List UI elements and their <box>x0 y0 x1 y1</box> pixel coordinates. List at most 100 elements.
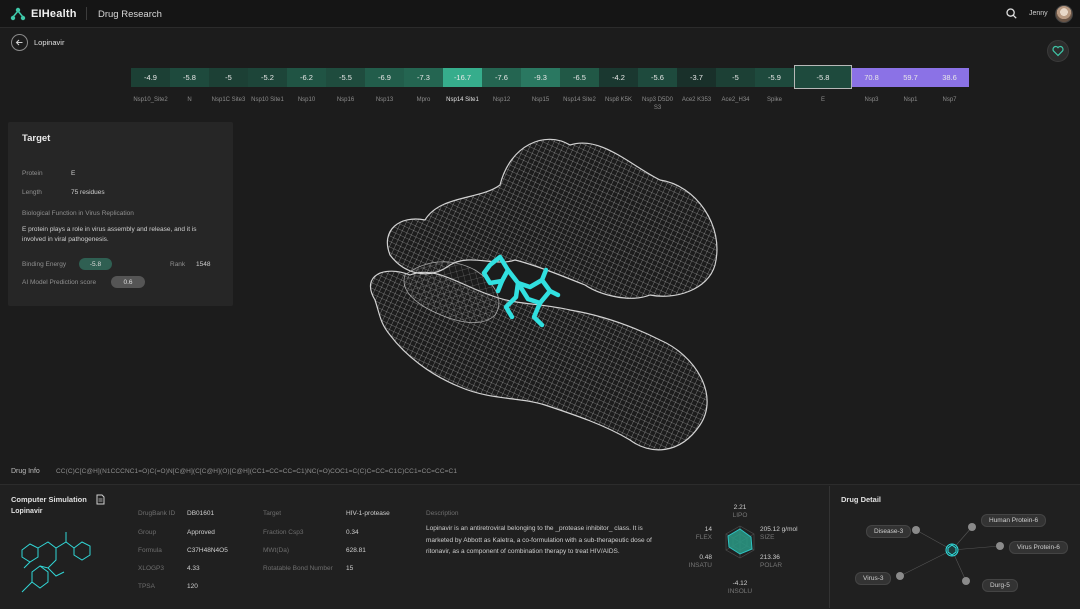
protein-score-cell[interactable]: -5.5 <box>326 68 365 87</box>
protein-score-cell[interactable]: -5.8 <box>794 65 852 89</box>
protein-label[interactable]: Nsp3 D5D0 S3 <box>638 96 677 112</box>
arrow-left-icon <box>15 39 23 46</box>
protein-label[interactable]: Nsp15 <box>521 96 560 112</box>
protein-3d-viewer[interactable] <box>330 125 730 460</box>
protein-score-cell[interactable]: -5.6 <box>638 68 677 87</box>
protein-score-cell[interactable]: 38.6 <box>930 68 969 87</box>
protein-score-cell[interactable]: -7.6 <box>482 68 521 87</box>
protein-label[interactable]: Nsp12 <box>482 96 521 112</box>
protein-label[interactable]: Nsp14 Site2 <box>560 96 599 112</box>
protein-label[interactable]: Nsp7 <box>930 96 969 112</box>
node-label-virus-protein[interactable]: Virus Protein-6 <box>1009 541 1068 554</box>
node-label-human-protein[interactable]: Human Protein-6 <box>981 514 1047 527</box>
radar-insatu: 0.48 INSATU <box>688 554 712 569</box>
prop-label: Group <box>138 529 157 536</box>
app-logo[interactable]: EIHealth <box>10 6 77 22</box>
length-value: 75 residues <box>71 189 105 196</box>
binding-energy-value: -5.8 <box>79 258 112 270</box>
protein-score-cell[interactable]: -3.7 <box>677 68 716 87</box>
function-text: E protein plays a role in virus assembly… <box>22 226 197 243</box>
protein-label[interactable]: Nsp16 <box>326 96 365 112</box>
node-label-drug[interactable]: Durg-5 <box>982 579 1018 592</box>
prop-value: 0.34 <box>346 529 359 536</box>
drug-detail-title: Drug Detail <box>841 495 882 504</box>
drug-title: Lopinavir <box>34 38 65 47</box>
graph-node[interactable] <box>962 577 970 585</box>
user-name[interactable]: Jenny <box>1029 10 1048 17</box>
protein-label[interactable]: N <box>170 96 209 112</box>
protein-label[interactable]: Mpro <box>404 96 443 112</box>
search-icon[interactable] <box>1006 8 1017 21</box>
rank-value: 1548 <box>196 261 211 268</box>
ai-score-label: AI Model Prediction score <box>22 279 97 286</box>
protein-label[interactable]: Nsp10_Site2 <box>131 96 170 112</box>
node-label-virus[interactable]: Virus-3 <box>855 572 892 585</box>
protein-score-cell[interactable]: -5.9 <box>755 68 794 87</box>
simulation-title: Computer Simulation <box>11 495 87 504</box>
ai-score-value: 0.6 <box>111 276 145 288</box>
graph-node[interactable] <box>968 523 976 531</box>
prop-value: 4.33 <box>187 565 200 572</box>
protein-label[interactable]: Nsp1 <box>891 96 930 112</box>
prop-label: XLOGP3 <box>138 565 165 572</box>
graph-node[interactable] <box>912 526 920 534</box>
protein-label[interactable]: Nsp10 Site1 <box>248 96 287 112</box>
node-label-disease[interactable]: Disease-3 <box>866 525 912 538</box>
protein-score-cell[interactable]: -4.9 <box>131 68 170 87</box>
protein-score-cell[interactable]: -5 <box>209 68 248 87</box>
prop-label: Formula <box>138 547 162 554</box>
top-bar <box>0 0 1080 28</box>
protein-score-cell[interactable]: -7.3 <box>404 68 443 87</box>
center-drug-node[interactable] <box>945 543 959 557</box>
protein-score-cell[interactable]: 70.8 <box>852 68 891 87</box>
protein-label[interactable]: Nsp10 <box>287 96 326 112</box>
description-text: Lopinavir is an antiretroviral belonging… <box>426 525 652 555</box>
header-divider <box>86 7 87 20</box>
prop-label: TPSA <box>138 583 155 590</box>
document-icon[interactable] <box>96 494 105 507</box>
prop-value: 628.81 <box>346 547 366 554</box>
protein-label[interactable]: Nsp13 <box>365 96 404 112</box>
prop-label: Target <box>263 510 282 517</box>
avatar[interactable] <box>1055 5 1073 23</box>
protein-label-row: Nsp10_Site2 N Nsp1C Site3 Nsp10 Site1 Nsp10 N… <box>131 96 969 112</box>
prop-value: 15 <box>346 565 354 572</box>
protein-score-cell[interactable]: -16.7 <box>443 68 482 87</box>
protein-score-cell[interactable]: -6.9 <box>365 68 404 87</box>
protein-score-cell[interactable]: -6.2 <box>287 68 326 87</box>
prop-label: MWt(Da) <box>263 547 289 554</box>
section-title[interactable]: Drug Research <box>98 9 162 20</box>
protein-label[interactable]: Nsp1C Site3 <box>209 96 248 112</box>
prop-value: DB01601 <box>187 510 215 517</box>
protein-label[interactable]: E <box>794 96 852 112</box>
protein-score-cell[interactable]: -9.3 <box>521 68 560 87</box>
protein-label[interactable]: Nsp14 Site1 <box>443 96 482 112</box>
favorite-button[interactable] <box>1047 40 1069 62</box>
protein-label[interactable]: Nsp8 K5K <box>599 96 638 112</box>
function-label: Biological Function in Virus Replication <box>22 210 134 217</box>
graph-node[interactable] <box>996 542 1004 550</box>
protein-label[interactable]: Nsp3 <box>852 96 891 112</box>
protein-score-cell[interactable]: 59.7 <box>891 68 930 87</box>
protein-score-cell[interactable]: -6.5 <box>560 68 599 87</box>
protein-label[interactable]: Ace2 K353 <box>677 96 716 112</box>
protein-label: Protein <box>22 170 43 177</box>
prop-label: Fraction Csp3 <box>263 529 304 536</box>
prop-value: 120 <box>187 583 198 590</box>
simulation-subtitle: Lopinavir <box>11 508 43 515</box>
radar-flex: 14 FLEX <box>695 526 712 541</box>
rank-label: Rank <box>170 261 186 268</box>
protein-label[interactable]: Ace2_H34 <box>716 96 755 112</box>
protein-score-strip: -4.9 -5.8 -5 -5.2 -6.2 -5.5 -6.9 -7.3 -16.7 -7.6-… <box>131 65 969 89</box>
back-button[interactable] <box>11 34 28 51</box>
structure-2d-icon <box>21 532 91 593</box>
protein-score-cell[interactable]: -4.2 <box>599 68 638 87</box>
radar-lipo: 2.21 LIPO <box>732 504 748 519</box>
heart-icon <box>1052 45 1064 57</box>
protein-label[interactable]: Spike <box>755 96 794 112</box>
protein-score-cell[interactable]: -5 <box>716 68 755 87</box>
protein-score-cell[interactable]: -5.8 <box>170 68 209 87</box>
graph-node[interactable] <box>896 572 904 580</box>
protein-score-cell[interactable]: -5.2 <box>248 68 287 87</box>
protein-value: E <box>71 170 76 177</box>
